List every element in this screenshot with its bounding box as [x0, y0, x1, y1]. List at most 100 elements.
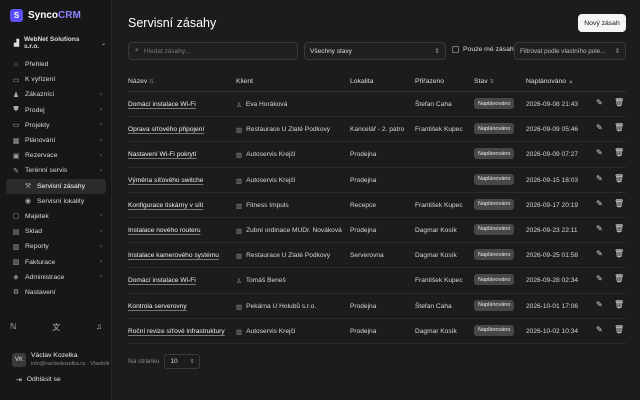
table-row[interactable]: Roční revize síťové infrastruktury ▥ Autos…	[128, 319, 626, 344]
company-switcher[interactable]: ▟ WebNet Solutions s.r.o. ⌄	[14, 36, 106, 50]
search-input[interactable]	[143, 47, 284, 55]
pencil-icon[interactable]: ✎	[596, 274, 603, 283]
only-mine-label: Pouze mé zásahy	[463, 46, 518, 53]
sidebar-item-label: Projekty	[25, 121, 50, 129]
pencil-icon[interactable]: ✎	[596, 98, 603, 107]
only-mine-toggle[interactable]: Pouze mé zásahy	[452, 46, 517, 53]
client-cell: ▥ Zubní ordinace MUDr. Nováková	[236, 227, 342, 235]
logout-button[interactable]: ⇥ Odhlásit se	[16, 376, 61, 384]
column-header-status-label: Stav	[474, 78, 488, 85]
visit-name-link[interactable]: Nastavení Wi-Fi pokrytí	[128, 151, 197, 158]
brand[interactable]: S SyncoCRM	[10, 9, 81, 22]
planned-date-cell: 2026-10-01 17:06	[526, 302, 579, 310]
trash-icon[interactable]: 🗑	[614, 174, 624, 183]
search-box[interactable]: ⌕	[128, 42, 298, 60]
trash-icon[interactable]: 🗑	[614, 123, 624, 132]
new-visit-button[interactable]: Nový zásah	[578, 14, 626, 32]
table-row[interactable]: Výměna síťového switche ▥ Autoservis Krejč…	[128, 168, 626, 193]
notion-icon[interactable]: ℕ	[10, 322, 16, 333]
status-badge: Naplánováno	[474, 324, 515, 336]
tool-icon: ⚒	[24, 183, 32, 191]
trash-icon[interactable]: 🗑	[614, 249, 624, 258]
planned-date-cell: 2026-09-08 21:43	[526, 101, 579, 108]
home-icon: ⌂	[13, 61, 19, 69]
sidebar-item[interactable]: ✎ Terénní servis ›	[6, 163, 106, 178]
building-icon: ▥	[236, 253, 243, 261]
table-row[interactable]: Konfigurace tiskárny v síti ▥ Fitness Impu…	[128, 193, 626, 218]
page-title: Servisní zásahy	[128, 16, 217, 30]
sidebar-item[interactable]: ♟ Zákazníci ›	[6, 87, 106, 102]
visit-name-link[interactable]: Výměna síťového switche	[128, 177, 203, 184]
pencil-icon[interactable]: ✎	[596, 224, 603, 233]
sidebar-item[interactable]: ⚒ Servisní zásahy	[6, 178, 106, 194]
invoice-icon: ▧	[12, 259, 20, 267]
column-header-name[interactable]: Název ⇅	[128, 78, 154, 85]
visit-name-link[interactable]: Konfigurace tiskárny v síti	[128, 202, 203, 209]
page-size-select[interactable]: 10 ⇕	[164, 354, 201, 369]
sidebar-item[interactable]: ▦ Plánování ›	[6, 133, 106, 148]
chevron-updown-icon: ⇕	[434, 48, 440, 55]
sidebar-item[interactable]: ▧ Fakturace ›	[6, 254, 106, 269]
trash-icon[interactable]: 🗑	[614, 148, 624, 157]
visit-name-link[interactable]: Domácí instalace Wi-Fi	[128, 277, 196, 284]
client-cell: ▥ Restaurace U Zlaté Podkovy	[236, 126, 330, 134]
brand-name: SyncoCRM	[28, 10, 81, 21]
status-badge: Naplánováno	[474, 274, 515, 286]
only-mine-checkbox[interactable]	[452, 46, 459, 53]
sidebar-item[interactable]: ▭ Projekty ›	[6, 118, 106, 133]
planned-date-cell: 2026-09-09 05:46	[526, 126, 579, 134]
custom-field-filter-select[interactable]: Filtrovat podle vlastního pole... ⇕	[514, 42, 626, 60]
pencil-icon[interactable]: ✎	[596, 325, 603, 334]
table-row[interactable]: Kontrola serverovny ▥ Pekárna U Holubů s.r…	[128, 294, 626, 319]
building-icon: ▟	[14, 40, 19, 47]
table-row[interactable]: Oprava síťového připojení ▥ Restaurace U Z…	[128, 117, 626, 143]
column-header-status[interactable]: Stav ⇅	[474, 78, 494, 85]
sidebar-item[interactable]: ▭ K vyřízení	[6, 72, 106, 87]
user-profile[interactable]: VK Václav Kozelka info@vaclavkozelka.cz …	[12, 352, 110, 367]
pencil-icon[interactable]: ✎	[596, 123, 603, 132]
table-row[interactable]: Nastavení Wi-Fi pokrytí ▥ Autoservis Krejč…	[128, 142, 626, 168]
sidebar-item[interactable]: ▢ Majetek ›	[6, 209, 106, 224]
trash-icon[interactable]: 🗑	[614, 274, 624, 283]
column-header-planned[interactable]: Naplánováno ▲	[526, 78, 574, 85]
pencil-icon[interactable]: ✎	[596, 148, 603, 157]
pagination: Na stránku 10 ⇕	[128, 354, 201, 369]
pencil-icon[interactable]: ✎	[596, 199, 603, 208]
pencil-icon[interactable]: ✎	[596, 249, 603, 258]
visit-name-link[interactable]: Oprava síťového připojení	[128, 126, 204, 133]
sidebar-item[interactable]: ◉ Servisní lokality	[6, 194, 106, 209]
table-row[interactable]: Instalace kamerového systému ▥ Restaurace …	[128, 243, 626, 269]
sidebar-item[interactable]: ▤ Sklad ›	[6, 224, 106, 239]
bell-icon[interactable]: ♫	[96, 322, 102, 333]
trash-icon[interactable]: 🗑	[614, 199, 624, 208]
visit-name-link[interactable]: Domácí instalace Wi-Fi	[128, 101, 196, 108]
sidebar-item[interactable]: ▥ Reporty ›	[6, 239, 106, 254]
logout-icon: ⇥	[16, 377, 22, 384]
table-row[interactable]: Instalace nového routeru ▥ Zubní ordinace …	[128, 218, 626, 244]
pencil-icon[interactable]: ✎	[596, 174, 603, 183]
location-cell: Prodejna	[350, 226, 377, 234]
users-icon: ♟	[12, 91, 20, 99]
table-row[interactable]: Domácí instalace Wi-Fi ♙ Tomáš Beneš Franti…	[128, 268, 626, 294]
trash-icon[interactable]: 🗑	[614, 325, 624, 334]
trash-icon[interactable]: 🗑	[614, 300, 624, 309]
trash-icon[interactable]: 🗑	[614, 224, 624, 233]
sidebar-item[interactable]: ⚙ Nastavení	[6, 285, 106, 300]
sidebar-item[interactable]: ⛊ Prodej ›	[6, 103, 106, 118]
visit-name-link[interactable]: Kontrola serverovny	[128, 303, 187, 310]
visit-name-link[interactable]: Instalace nového routeru	[128, 227, 201, 234]
assigned-cell: František Kupec	[415, 277, 463, 285]
trash-icon[interactable]: 🗑	[614, 98, 624, 107]
folder-icon: ▭	[12, 122, 20, 130]
translate-icon[interactable]: 文	[52, 322, 60, 333]
sidebar-item[interactable]: ◈ Administrace ›	[6, 270, 106, 285]
table-row[interactable]: Domácí instalace Wi-Fi ♙ Eva Horáková Štefa…	[128, 92, 626, 118]
pencil-icon[interactable]: ✎	[596, 300, 603, 309]
visit-name-link[interactable]: Instalace kamerového systému	[128, 252, 219, 259]
client-cell: ▥ Autoservis Krejčí	[236, 151, 296, 159]
building-icon: ▥	[236, 328, 243, 336]
visit-name-link[interactable]: Roční revize síťové infrastruktury	[128, 328, 225, 335]
sidebar-item[interactable]: ⌂ Přehled	[6, 57, 106, 72]
status-filter-select[interactable]: Všechny stavy ⇕	[304, 42, 446, 60]
sidebar-item[interactable]: ▣ Rezervace ›	[6, 148, 106, 163]
